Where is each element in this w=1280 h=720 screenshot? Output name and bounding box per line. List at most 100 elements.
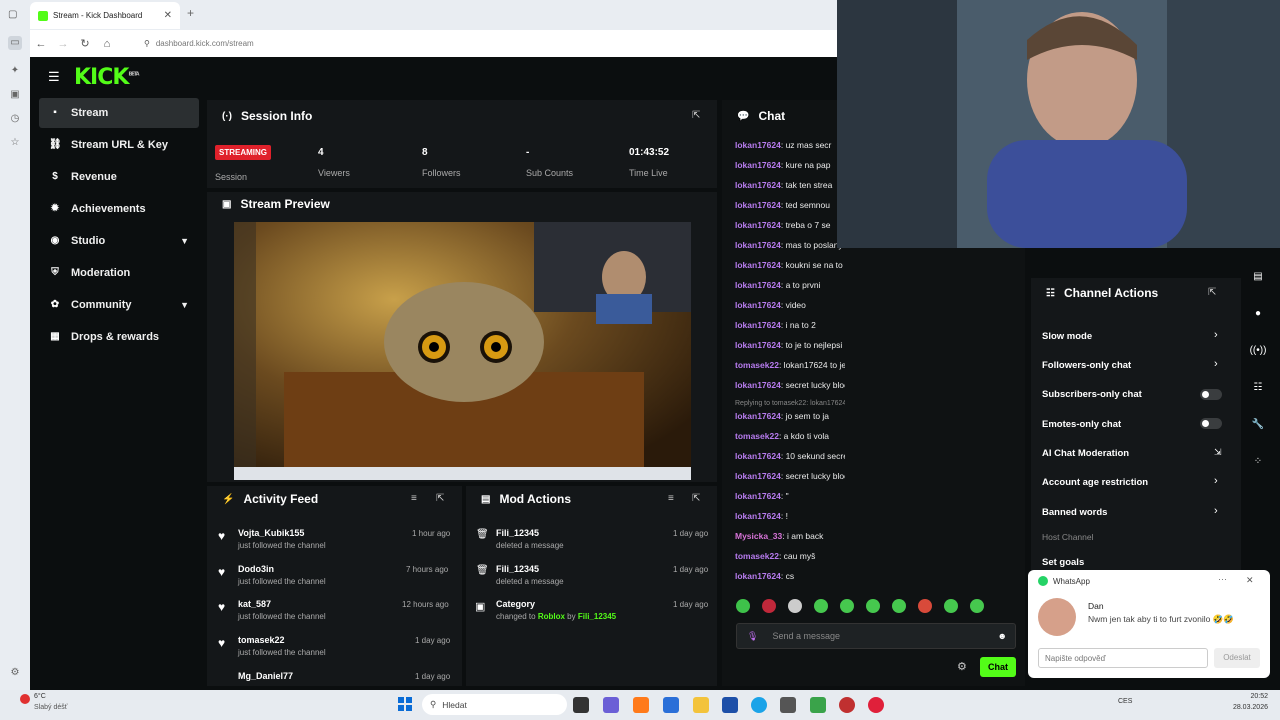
slow-mode-item[interactable]: Slow mode — [1042, 331, 1092, 342]
subscribers-only-toggle[interactable] — [1200, 389, 1222, 400]
chat-username[interactable]: tomasek22 — [735, 551, 779, 561]
back-icon[interactable]: ← — [30, 38, 52, 50]
chat-message[interactable]: lokan17624: treba o 7 se — [735, 220, 830, 230]
follower-name[interactable]: kat_587 — [238, 599, 326, 609]
emote-icon[interactable] — [814, 599, 828, 613]
chat-username[interactable]: lokan17624 — [735, 260, 781, 270]
popout-icon[interactable]: ⇱ — [436, 493, 444, 504]
chat-username[interactable]: lokan17624 — [735, 180, 781, 190]
new-tab-icon[interactable]: + — [187, 6, 194, 20]
chat-message[interactable]: lokan17624: ted semnou — [735, 200, 830, 210]
send-chat-button[interactable]: Chat — [980, 657, 1016, 677]
language-indicator[interactable]: CES — [1118, 698, 1132, 705]
emote-icon[interactable] — [762, 599, 776, 613]
document-icon[interactable]: ▤ — [1249, 268, 1267, 286]
address-bar[interactable]: ⚲ dashboard.kick.com/stream — [124, 39, 254, 48]
windows-start-icon[interactable] — [398, 697, 412, 711]
chat-username[interactable]: lokan17624 — [735, 140, 781, 150]
xbox-icon[interactable] — [810, 697, 826, 713]
store-icon[interactable] — [663, 697, 679, 713]
chat-username[interactable]: lokan17624 — [735, 220, 781, 230]
chat-username[interactable]: lokan17624 — [735, 340, 781, 350]
chat-username[interactable]: lokan17624 — [735, 451, 781, 461]
moderator-name[interactable]: Fili_12345 — [578, 612, 616, 621]
roblox-icon[interactable] — [780, 697, 796, 713]
tab-actions-icon[interactable]: ▢ — [8, 9, 17, 20]
sidebar-item-studio[interactable]: ◉ Studio ▼ — [39, 226, 199, 256]
sidebar-item-revenue[interactable]: $ Revenue — [39, 162, 199, 192]
chat-username[interactable]: lokan17624 — [735, 160, 781, 170]
firefox-icon[interactable] — [633, 697, 649, 713]
sidebar-item-stream-url-key[interactable]: ⛓ Stream URL & Key — [39, 130, 199, 160]
follower-name[interactable]: tomasek22 — [238, 635, 326, 645]
emote-icon[interactable] — [840, 599, 854, 613]
emote-icon[interactable] — [866, 599, 880, 613]
chat-message[interactable]: lokan17624: secret lucky block — [735, 380, 845, 390]
chevron-right-icon[interactable]: › — [1214, 358, 1218, 370]
weather-temp[interactable]: 6°C — [34, 693, 46, 700]
chat-message[interactable]: lokan17624: ! — [735, 511, 788, 521]
chat-username[interactable]: lokan17624 — [735, 320, 781, 330]
reply-input[interactable]: Napište odpověď — [1038, 648, 1208, 668]
banned-words-item[interactable]: Banned words — [1042, 507, 1107, 518]
clock-time[interactable]: 20:52 — [1218, 693, 1268, 700]
whatsapp-notification[interactable]: WhatsApp ⋯ ✕ Dan Nwm jen tak aby ti to f… — [1028, 570, 1270, 678]
close-tab-icon[interactable]: ✕ — [164, 10, 172, 21]
emote-icon[interactable] — [892, 599, 906, 613]
home-icon[interactable]: ⌂ — [96, 38, 118, 50]
site-info-icon[interactable]: ⚲ — [144, 39, 150, 48]
chat-username[interactable]: tomasek22 — [735, 431, 779, 441]
chat-message[interactable]: lokan17624: " — [735, 491, 789, 501]
mic-icon[interactable]: 🎙 — [747, 631, 758, 642]
popout-icon[interactable]: ⇱ — [692, 493, 700, 504]
emote-icon[interactable] — [944, 599, 958, 613]
sidebar-item-stream[interactable]: ▪ Stream — [39, 98, 199, 128]
popout-icon[interactable]: ⇱ — [692, 110, 700, 121]
emotes-only-toggle[interactable] — [1200, 418, 1222, 429]
collections-icon[interactable]: ▣ — [8, 88, 22, 102]
teams-icon[interactable] — [603, 697, 619, 713]
chat-message[interactable]: tomasek22: cau myš — [735, 551, 815, 561]
sidebar-item-achievements[interactable]: ✹ Achievements — [39, 194, 199, 224]
chat-username[interactable]: lokan17624 — [735, 491, 781, 501]
filter-icon[interactable]: ≡ — [411, 493, 417, 504]
filter-icon[interactable]: ≡ — [668, 493, 674, 504]
chat-message[interactable]: lokan17624: jo sem to ja — [735, 411, 829, 421]
chat-username[interactable]: Mysicka_33 — [735, 531, 782, 541]
emoji-icon[interactable]: ☻ — [998, 631, 1007, 641]
opera-icon[interactable] — [868, 697, 884, 713]
reload-icon[interactable]: ↻ — [74, 37, 96, 50]
forward-icon[interactable]: → — [52, 38, 74, 50]
settings-icon[interactable]: ⚙ — [8, 666, 22, 680]
moderator-name[interactable]: Fili_12345 — [496, 564, 564, 574]
menu-icon[interactable]: ☰ — [48, 69, 62, 85]
taskbar-search[interactable]: ⚲ Hledat — [422, 694, 567, 715]
chat-username[interactable]: lokan17624 — [735, 240, 781, 250]
task-view-icon[interactable] — [573, 697, 589, 713]
chat-username[interactable]: lokan17624 — [735, 571, 781, 581]
chat-username[interactable]: lokan17624 — [735, 380, 781, 390]
ai-chat-moderation-item[interactable]: AI Chat Moderation — [1042, 448, 1129, 459]
follower-name[interactable]: Dodo3in — [238, 564, 326, 574]
chat-message[interactable]: lokan17624: kure na pap — [735, 160, 830, 170]
close-icon[interactable]: ✕ — [1246, 575, 1254, 586]
external-link-icon[interactable]: ⇲ — [1214, 447, 1222, 458]
chevron-right-icon[interactable]: › — [1214, 505, 1218, 517]
sliders-icon[interactable]: ☷ — [1249, 379, 1267, 397]
popout-icon[interactable]: ⇱ — [1208, 287, 1216, 298]
sidebar-toggle-icon[interactable]: ▭ — [8, 36, 22, 50]
chat-username[interactable]: lokan17624 — [735, 200, 781, 210]
chat-message[interactable]: tomasek22: a kdo ti vola — [735, 431, 829, 441]
chat-username[interactable]: lokan17624 — [735, 411, 781, 421]
broadcast-icon[interactable]: ((•)) — [1249, 342, 1267, 360]
chat-input[interactable]: 🎙 Send a message ☻ — [736, 623, 1016, 649]
stream-preview-video[interactable] — [234, 222, 691, 480]
chat-username[interactable]: lokan17624 — [735, 280, 781, 290]
chat-settings-icon[interactable]: ⚙ — [957, 660, 967, 673]
vscode-icon[interactable] — [722, 697, 738, 713]
wrench-icon[interactable]: 🔧 — [1249, 416, 1267, 434]
follower-name[interactable]: Mg_Daniel77 — [238, 671, 293, 681]
file-explorer-icon[interactable] — [693, 697, 709, 713]
category-name[interactable]: Roblox — [538, 612, 565, 621]
chat-username[interactable]: lokan17624 — [735, 300, 781, 310]
